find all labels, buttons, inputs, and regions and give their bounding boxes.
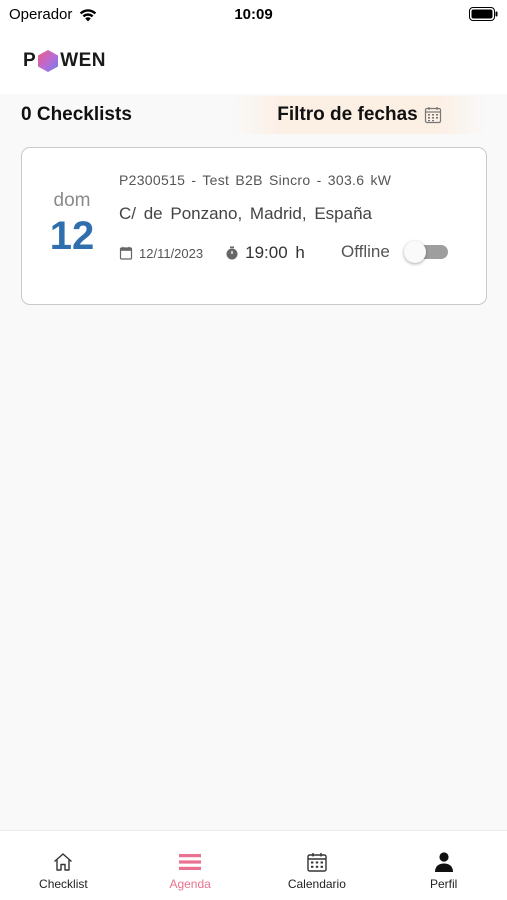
card-address: C/ de Ponzano, Madrid, España <box>119 204 372 223</box>
status-bar: Operador 10:09 <box>0 0 507 30</box>
stopwatch-icon <box>226 246 238 260</box>
checklist-card[interactable]: dom 12 P2300515 - Test B2B Sincro - 303.… <box>21 147 487 305</box>
nav-item-calendario[interactable]: Calendario <box>254 831 381 900</box>
offline-label: Offline <box>341 242 390 261</box>
calendar-icon <box>307 853 327 872</box>
battery-icon <box>469 7 498 21</box>
status-time: 10:09 <box>234 6 273 23</box>
powen-logo: P WEN <box>23 48 106 74</box>
nav-label-agenda: Agenda <box>169 877 211 891</box>
calendar-small-icon <box>119 246 133 260</box>
card-meta: 12/11/2023 19:00 h <box>119 242 305 264</box>
logo-letters-wen: WEN <box>60 50 107 71</box>
card-time: 19:00 h <box>245 243 305 262</box>
card-date: 12/11/2023 <box>139 245 204 261</box>
card-time-group: 19:00 h <box>225 243 305 263</box>
hexagon-logo-icon <box>38 50 59 72</box>
nav-item-perfil[interactable]: Perfil <box>380 831 507 900</box>
nav-item-checklist[interactable]: Checklist <box>0 831 127 900</box>
menu-icon <box>179 854 202 870</box>
bottom-nav: Checklist Agenda Calendario Perfil <box>0 830 507 900</box>
offline-toggle-knob <box>404 241 426 263</box>
checklist-count: 0 Checklists <box>21 104 132 125</box>
nav-label-calendario: Calendario <box>287 877 346 891</box>
calendar-icon <box>424 107 441 124</box>
logo-letter-p: P <box>23 50 37 71</box>
date-filter-label: Filtro de fechas <box>277 104 418 125</box>
card-title: P2300515 - Test B2B Sincro - 303.6 kW <box>119 172 392 188</box>
nav-item-agenda[interactable]: Agenda <box>127 831 254 900</box>
offline-toggle[interactable] <box>404 241 448 263</box>
nav-label-perfil: Perfil <box>429 877 458 891</box>
nav-label-checklist: Checklist <box>39 877 88 891</box>
home-icon <box>54 853 73 871</box>
card-day-name: dom <box>53 190 91 211</box>
toolbar: 0 Checklists Filtro de fechas <box>0 94 507 136</box>
date-filter-button[interactable]: Filtro de fechas <box>232 96 487 134</box>
card-day-number: 12 <box>49 214 95 258</box>
app-header: P WEN <box>0 30 507 94</box>
person-icon <box>434 852 453 872</box>
